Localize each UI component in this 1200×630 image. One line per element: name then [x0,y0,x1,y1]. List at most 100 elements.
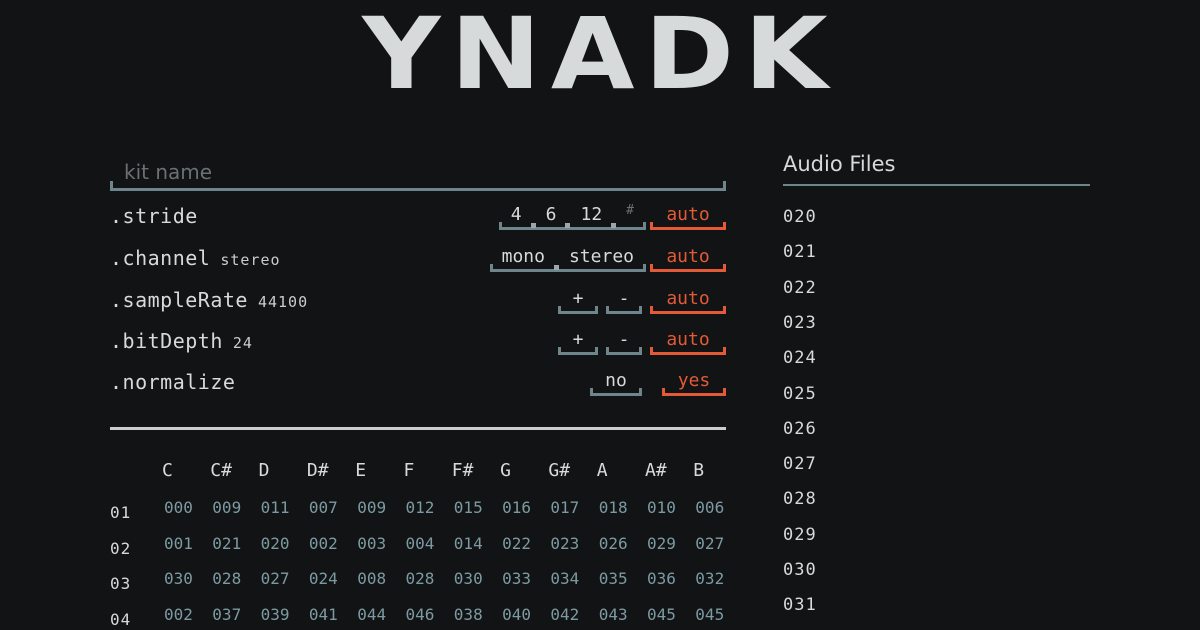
grid-cell[interactable]: 003 [357,534,386,553]
normalize-no-button[interactable]: no [590,370,642,396]
grid-cell[interactable]: 012 [406,498,435,517]
grid-cell[interactable]: 042 [550,605,579,624]
grid-cell[interactable]: 027 [695,534,724,553]
kit-name-field[interactable] [110,155,726,191]
audio-file-item[interactable]: 025 [783,384,817,404]
grid-cell[interactable]: 028 [406,569,435,588]
grid-cell[interactable]: 041 [309,605,338,624]
grid-cell[interactable]: 039 [261,605,290,624]
setting-label: .channel [110,246,211,270]
grid-cell[interactable]: 044 [357,605,386,624]
audio-file-item[interactable]: 022 [783,278,817,298]
grid-cell[interactable]: 026 [599,534,628,553]
grid-cell[interactable]: 014 [454,534,483,553]
audio-file-item[interactable]: 026 [783,419,817,439]
setting-label: .stride [110,204,198,228]
grid-cell[interactable]: 004 [406,534,435,553]
channel-option-stereo[interactable]: stereo [553,246,646,270]
channel-auto-button[interactable]: auto [650,246,726,272]
channel-option-mono[interactable]: mono [490,246,557,269]
grid-cell[interactable]: 036 [647,569,676,588]
setting-value: 44100 [257,293,309,311]
row-label: 04 [110,609,132,629]
grid-cell[interactable]: 018 [599,498,628,517]
bitdepth-decrease-button[interactable]: - [606,329,642,355]
setting-label: .normalize [110,370,236,394]
grid-cell[interactable]: 009 [212,498,241,517]
grid-cell[interactable]: 011 [261,498,290,517]
grid-cell[interactable]: 030 [454,569,483,588]
audio-file-item[interactable]: 029 [783,525,817,545]
samplerate-increase-button[interactable]: + [558,288,598,314]
grid-cell[interactable]: 032 [695,569,724,588]
grid-cell[interactable]: 008 [357,569,386,588]
audio-file-item[interactable]: 023 [783,313,817,333]
setting-bitdepth: .bitDepth 24 + - auto [110,329,726,359]
note-header: C# [210,460,232,481]
grid-cell[interactable]: 035 [599,569,628,588]
setting-value: stereo [220,251,281,269]
grid-cell[interactable]: 046 [406,605,435,624]
channel-controls: mono stereo auto [489,246,726,272]
grid-cell[interactable]: 030 [164,569,193,588]
grid-cell[interactable]: 020 [261,534,290,553]
grid-cell[interactable]: 006 [695,498,724,517]
note-header: A# [645,460,667,481]
normalize-controls: no yes [582,370,726,396]
grid-cell[interactable]: 034 [550,569,579,588]
audio-file-item[interactable]: 027 [783,454,817,474]
grid-cell[interactable]: 021 [212,534,241,553]
samplerate-auto-button[interactable]: auto [650,288,726,314]
grid-cell[interactable]: 017 [550,498,579,517]
setting-samplerate: .sampleRate 44100 + - auto [110,288,726,318]
audio-file-item[interactable]: 021 [783,242,817,262]
grid-cell[interactable]: 010 [647,498,676,517]
stride-option-6[interactable]: 6 [530,204,569,228]
grid-cell[interactable]: 015 [454,498,483,517]
grid-cell[interactable]: 016 [502,498,531,517]
grid-cell[interactable]: 009 [357,498,386,517]
note-header: D# [306,460,329,481]
grid-cell[interactable]: 028 [212,569,241,588]
grid-cell[interactable]: 002 [309,534,338,553]
kit-name-input[interactable] [110,155,726,188]
normalize-yes-button[interactable]: yes [662,370,726,396]
row-label: 03 [110,574,132,593]
stride-auto-button[interactable]: auto [650,204,726,230]
grid-cell[interactable]: 029 [647,534,676,553]
grid-cell[interactable]: 007 [309,498,338,517]
audio-file-item[interactable]: 020 [783,207,817,227]
audio-files-panel: Audio Files 020 021 022 023 024 025 026 027 028 0… [783,152,1090,615]
grid-cell[interactable]: 040 [502,605,531,624]
note-header: E [355,460,367,481]
grid-cell[interactable]: 001 [164,534,193,553]
grid-cell[interactable]: 022 [502,534,531,553]
setting-stride: .stride 4 6 12 # auto [110,204,726,234]
audio-file-item[interactable]: 028 [783,489,817,509]
note-header: D [258,460,270,481]
grid-cell[interactable]: 000 [164,498,193,517]
grid-cell[interactable]: 037 [212,605,241,624]
stride-option-12[interactable]: 12 [565,204,614,228]
stride-option-4[interactable]: 4 [499,204,534,227]
stride-option-custom[interactable]: # [611,204,646,228]
grid-cell[interactable]: 033 [502,569,531,588]
note-header: A [596,460,608,481]
bitdepth-auto-button[interactable]: auto [650,329,726,355]
audio-file-item[interactable]: 030 [783,560,817,580]
grid-cell[interactable]: 038 [454,605,483,624]
grid-cell[interactable]: 024 [309,569,338,588]
bitdepth-increase-button[interactable]: + [558,329,598,355]
grid-cell[interactable]: 045 [647,605,676,624]
stride-options: 4 6 12 # [498,204,647,230]
grid-cell[interactable]: 043 [599,605,628,624]
samplerate-decrease-button[interactable]: - [606,288,642,314]
grid-cell[interactable]: 023 [550,534,579,553]
app-logo: YNADK [362,0,838,112]
note-header: B [693,460,705,481]
audio-file-item[interactable]: 031 [783,595,817,615]
audio-file-item[interactable]: 024 [783,348,817,368]
grid-cell[interactable]: 002 [164,605,193,624]
grid-cell[interactable]: 045 [695,605,724,624]
grid-cell[interactable]: 027 [261,569,290,588]
